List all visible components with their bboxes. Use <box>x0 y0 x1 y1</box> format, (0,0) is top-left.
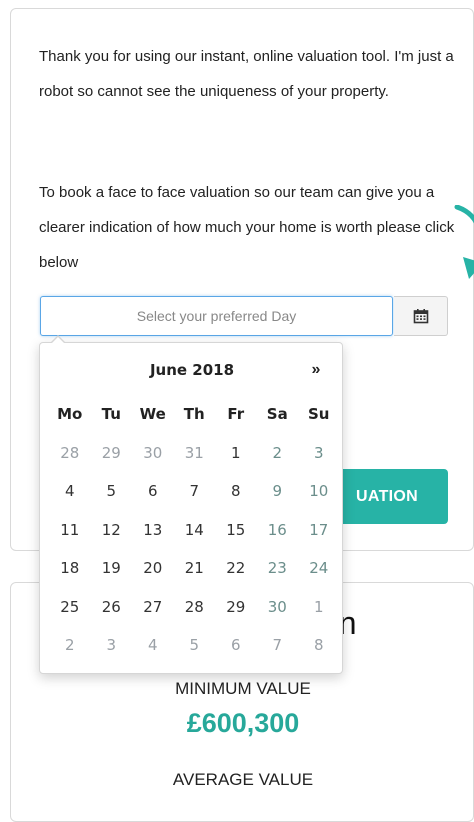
day-cell[interactable]: 19 <box>91 549 133 588</box>
minimum-value-label: MINIMUM VALUE <box>175 679 311 698</box>
day-cell[interactable]: 2 <box>49 626 91 665</box>
datepicker-grid: Mo Tu We Th Fr Sa Su 28 29 30 31 1 2 3 4 5 6 7 8 9 10 11 12 13 1… <box>49 395 340 665</box>
curved-arrow-icon <box>454 205 474 279</box>
average-value-label: AVERAGE VALUE <box>172 770 314 789</box>
day-cell[interactable]: 21 <box>174 549 216 588</box>
weekday-header: We <box>139 405 166 424</box>
weekday-header: Sa <box>266 405 288 424</box>
day-cell[interactable]: 30 <box>132 434 174 473</box>
calendar-button[interactable] <box>394 296 448 336</box>
day-cell[interactable]: 13 <box>132 511 174 550</box>
day-cell[interactable]: 1 <box>215 434 257 473</box>
day-cell[interactable]: 6 <box>132 472 174 511</box>
day-cell[interactable]: 17 <box>298 511 340 550</box>
next-month-button[interactable]: » <box>296 353 336 387</box>
day-cell[interactable]: 26 <box>91 588 133 627</box>
day-cell[interactable]: 3 <box>91 626 133 665</box>
day-cell[interactable]: 2 <box>257 434 299 473</box>
day-cell[interactable]: 4 <box>49 472 91 511</box>
day-cell[interactable]: 6 <box>215 626 257 665</box>
day-cell[interactable]: 12 <box>91 511 133 550</box>
day-cell[interactable]: 14 <box>174 511 216 550</box>
day-cell[interactable]: 25 <box>49 588 91 627</box>
day-cell[interactable]: 11 <box>49 511 91 550</box>
booking-paragraph: To book a face to face valuation so our … <box>39 184 455 271</box>
intro-paragraph: Thank you for using our instant, online … <box>39 48 454 100</box>
datepicker-header: June 2018 » <box>48 353 336 387</box>
datepicker-popup: June 2018 » Mo Tu We Th Fr Sa Su 28 29 30 31 1 2 3 4 5 6… <box>39 335 343 674</box>
preferred-day-input[interactable]: Select your preferred Day <box>40 296 393 336</box>
prev-month-button[interactable] <box>48 353 88 387</box>
weekday-header: Mo <box>57 405 83 424</box>
day-cell[interactable]: 8 <box>298 626 340 665</box>
day-cell[interactable]: 18 <box>49 549 91 588</box>
day-cell[interactable]: 27 <box>132 588 174 627</box>
day-cell[interactable]: 29 <box>215 588 257 627</box>
day-cell[interactable]: 30 <box>257 588 299 627</box>
day-cell[interactable]: 7 <box>174 472 216 511</box>
day-cell[interactable]: 23 <box>257 549 299 588</box>
day-cell[interactable]: 10 <box>298 472 340 511</box>
day-cell[interactable]: 3 <box>298 434 340 473</box>
day-cell[interactable]: 1 <box>298 588 340 627</box>
weekday-header: Fr <box>227 405 245 424</box>
weekday-header: Th <box>183 405 205 424</box>
day-cell[interactable]: 8 <box>215 472 257 511</box>
day-cell[interactable]: 5 <box>91 472 133 511</box>
weekday-header: Tu <box>101 405 121 424</box>
day-cell[interactable]: 28 <box>49 434 91 473</box>
day-cell[interactable]: 20 <box>132 549 174 588</box>
day-cell[interactable]: 31 <box>174 434 216 473</box>
calendar-icon <box>413 309 428 324</box>
day-cell[interactable]: 4 <box>132 626 174 665</box>
day-cell[interactable]: 15 <box>215 511 257 550</box>
datepicker-caret-inner <box>51 337 65 344</box>
minimum-value-amount: £600,300 <box>186 708 300 738</box>
day-cell[interactable]: 29 <box>91 434 133 473</box>
day-cell[interactable]: 22 <box>215 549 257 588</box>
day-cell[interactable]: 16 <box>257 511 299 550</box>
day-cell[interactable]: 5 <box>174 626 216 665</box>
month-title[interactable]: June 2018 <box>88 353 296 387</box>
day-cell[interactable]: 7 <box>257 626 299 665</box>
day-cell[interactable]: 24 <box>298 549 340 588</box>
day-cell[interactable]: 9 <box>257 472 299 511</box>
weekday-header: Su <box>308 405 330 424</box>
day-cell[interactable]: 28 <box>174 588 216 627</box>
